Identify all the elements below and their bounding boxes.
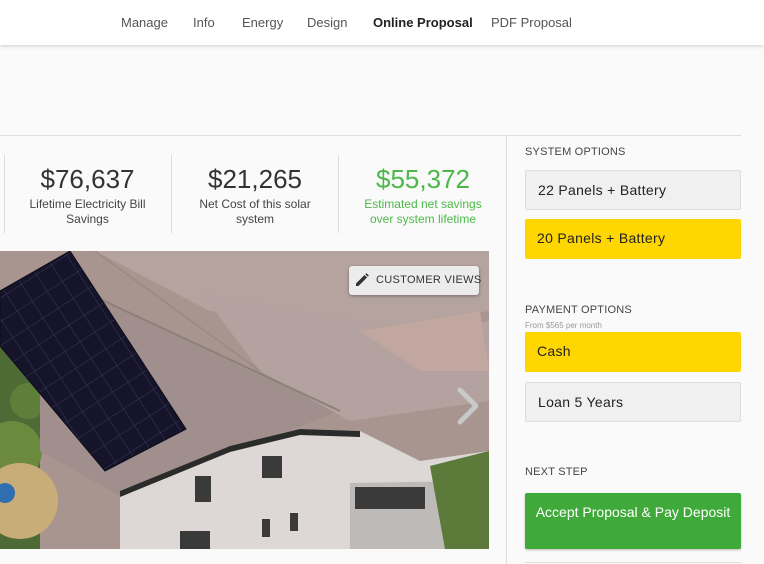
customer-views-label: CUSTOMER VIEWS: [376, 274, 482, 286]
stat-net-savings: $55,372 Estimated net savings over syste…: [355, 163, 491, 227]
next-step-heading: NEXT STEP: [525, 466, 588, 478]
tab-online-proposal[interactable]: Online Proposal: [373, 15, 473, 30]
tab-manage[interactable]: Manage: [121, 15, 168, 30]
system-option-22-panels[interactable]: 22 Panels + Battery: [525, 170, 741, 210]
sidebar-divider: [506, 135, 507, 564]
payment-subtext: From $565 per month: [525, 321, 602, 330]
payment-option-cash[interactable]: Cash: [525, 332, 741, 372]
stat-label: Estimated net savings over system lifeti…: [364, 197, 482, 226]
tab-energy[interactable]: Energy: [242, 15, 283, 30]
top-nav: Manage Info Energy Design Online Proposa…: [0, 0, 764, 45]
aerial-illustration: [0, 251, 489, 549]
accept-proposal-button[interactable]: Accept Proposal & Pay Deposit: [525, 493, 741, 549]
stat-label: Lifetime Electricity Bill Savings: [29, 197, 146, 226]
tab-info[interactable]: Info: [193, 15, 215, 30]
stat-divider: [4, 155, 5, 233]
section-divider: [0, 135, 741, 136]
stat-value: $76,637: [40, 164, 135, 194]
tab-pdf-proposal[interactable]: PDF Proposal: [491, 15, 572, 30]
tab-design[interactable]: Design: [307, 15, 347, 30]
payment-option-loan[interactable]: Loan 5 Years: [525, 382, 741, 422]
stat-divider: [338, 155, 339, 233]
stat-label: Net Cost of this solar system: [199, 197, 311, 226]
stat-net-cost: $21,265 Net Cost of this solar system: [190, 163, 320, 227]
chevron-right-icon: [457, 387, 479, 425]
system-option-20-panels[interactable]: 20 Panels + Battery: [525, 219, 741, 259]
stat-divider: [171, 155, 172, 233]
stat-value: $21,265: [208, 164, 302, 194]
stat-lifetime-savings: $76,637 Lifetime Electricity Bill Saving…: [20, 163, 155, 227]
stat-value: $55,372: [376, 164, 470, 194]
aerial-roof-view: [0, 251, 489, 549]
pencil-icon: [356, 273, 369, 286]
sidebar-bottom-divider: [525, 562, 741, 563]
system-options-heading: SYSTEM OPTIONS: [525, 146, 626, 158]
payment-options-heading: PAYMENT OPTIONS: [525, 304, 632, 316]
customer-views-button[interactable]: CUSTOMER VIEWS: [349, 266, 482, 295]
next-image-button[interactable]: [452, 386, 482, 431]
